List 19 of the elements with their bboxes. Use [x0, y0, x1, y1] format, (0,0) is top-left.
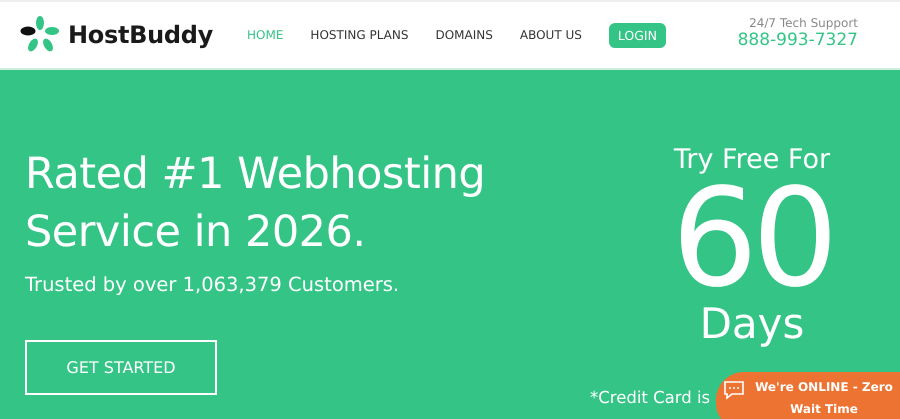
chat-bubble-icon [723, 380, 745, 400]
nav-link[interactable]: DOMAINS [435, 28, 493, 42]
logo-text: HostBuddy [68, 21, 214, 49]
chat-status-text: We're ONLINE - Zero Wait Time [754, 379, 894, 418]
offer-unit: Days [700, 302, 804, 346]
login-button[interactable]: LOGIN [608, 22, 666, 48]
hero-subline: Trusted by over 1,063,379 Customers. [25, 273, 400, 296]
credit-card-note: *Credit Card is [590, 388, 710, 407]
hero-headline: Rated #1 Webhosting Service in 2026. [25, 148, 486, 259]
offer-number: 60 [671, 176, 833, 302]
phone-number: 888-993-7327 [738, 30, 858, 50]
offer-heading: Try Free For [674, 144, 830, 176]
support-label: 24/7 Tech Support [749, 16, 858, 30]
nav-link[interactable]: ABOUT US [520, 28, 582, 42]
nav-link[interactable]: HOSTING PLANS [310, 28, 408, 42]
flower-logo-icon [20, 16, 60, 54]
nav-link[interactable]: HOME [247, 28, 284, 42]
chat-widget[interactable]: We're ONLINE - Zero Wait Time [716, 372, 900, 419]
get-started-button[interactable]: GET STARTED [25, 340, 217, 395]
